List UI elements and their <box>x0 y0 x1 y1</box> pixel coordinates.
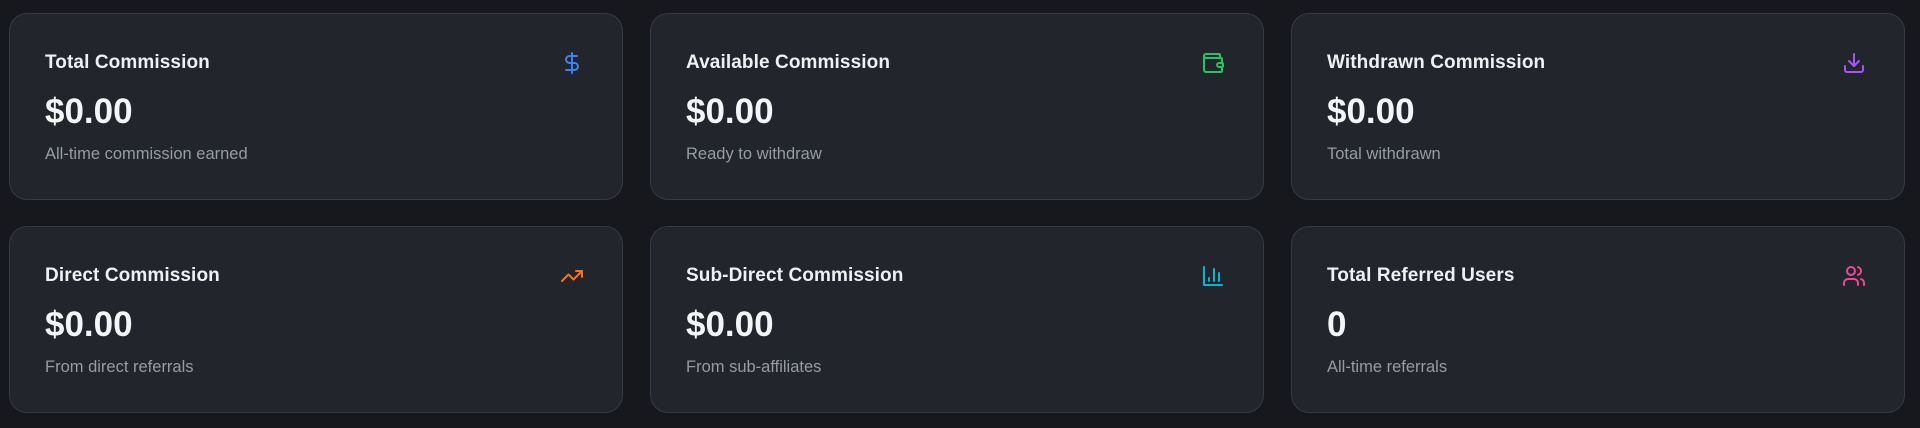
stats-grid: Total Commission $0.00 All-time commissi… <box>0 0 1920 428</box>
trending-up-icon <box>560 264 584 288</box>
users-icon <box>1842 264 1866 288</box>
card-value: 0 <box>1327 305 1347 344</box>
card-value: $0.00 <box>1327 92 1415 131</box>
card-value: $0.00 <box>686 92 774 131</box>
wallet-icon <box>1201 51 1225 75</box>
card-subtitle: From direct referrals <box>45 358 194 376</box>
total-commission-card: Total Commission $0.00 All-time commissi… <box>9 13 623 200</box>
total-referred-users-card: Total Referred Users 0 All-time referral… <box>1291 226 1905 413</box>
card-subtitle: All-time commission earned <box>45 145 248 163</box>
card-title: Total Referred Users <box>1327 265 1515 286</box>
withdrawn-commission-card: Withdrawn Commission $0.00 Total withdra… <box>1291 13 1905 200</box>
card-title: Withdrawn Commission <box>1327 52 1546 73</box>
card-value: $0.00 <box>45 92 133 131</box>
dollar-icon <box>560 51 584 75</box>
card-value: $0.00 <box>686 305 774 344</box>
card-subtitle: Ready to withdraw <box>686 145 822 163</box>
card-subtitle: Total withdrawn <box>1327 145 1441 163</box>
card-title: Sub-Direct Commission <box>686 265 904 286</box>
card-title: Direct Commission <box>45 265 220 286</box>
download-icon <box>1842 51 1866 75</box>
card-value: $0.00 <box>45 305 133 344</box>
bar-chart-icon <box>1201 264 1225 288</box>
card-title: Total Commission <box>45 52 210 73</box>
direct-commission-card: Direct Commission $0.00 From direct refe… <box>9 226 623 413</box>
card-subtitle: All-time referrals <box>1327 358 1448 376</box>
card-title: Available Commission <box>686 52 891 73</box>
sub-direct-commission-card: Sub-Direct Commission $0.00 From sub-aff… <box>650 226 1264 413</box>
available-commission-card: Available Commission $0.00 Ready to with… <box>650 13 1264 200</box>
card-subtitle: From sub-affiliates <box>686 358 822 376</box>
